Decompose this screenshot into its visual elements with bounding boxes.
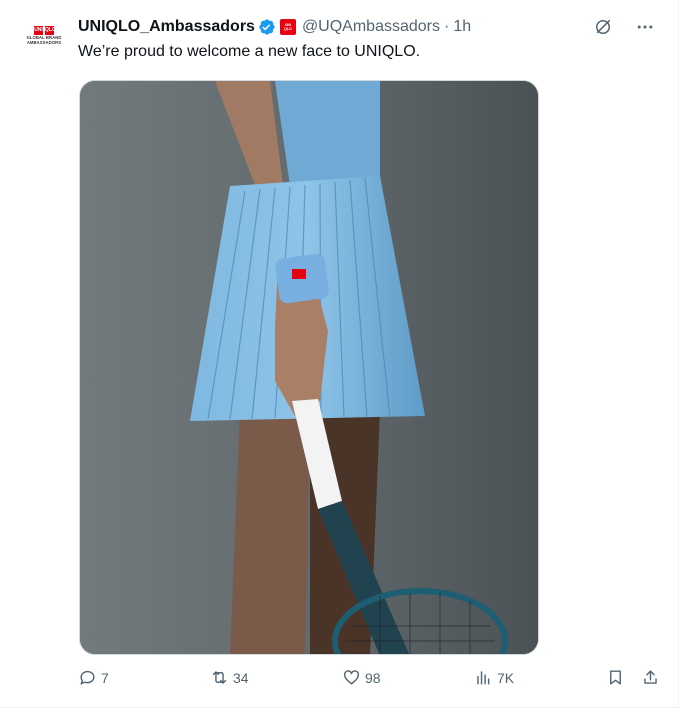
affiliate-badge-icon[interactable]: UNI QLO <box>279 19 296 35</box>
avatar[interactable]: UNI QLO GLOBAL BRAND AMBASSADORS <box>20 18 68 66</box>
logo-bottom-text: QLO <box>45 26 56 35</box>
views-icon <box>477 671 490 685</box>
tweet-photo[interactable] <box>79 80 539 655</box>
author-name[interactable]: UNIQLO_Ambassadors <box>78 18 255 36</box>
retweet-button[interactable]: 34 <box>210 668 249 687</box>
logo-top-text: UNI <box>34 26 43 35</box>
tweet-card[interactable]: UNI QLO GLOBAL BRAND AMBASSADORS UNIQLO_… <box>0 0 679 708</box>
retweet-icon <box>212 671 227 684</box>
timestamp[interactable]: 1h <box>453 18 471 36</box>
tweet-text: We’re proud to welcome a new face to UNI… <box>78 43 421 60</box>
retweet-count: 34 <box>233 669 249 686</box>
uniqlo-logo: UNI QLO <box>34 26 56 35</box>
tweet-actions: 7 34 98 7K <box>78 668 668 692</box>
tweet-header: UNIQLO_Ambassadors UNI QLO @UQAmbassador… <box>78 16 471 38</box>
separator-dot: · <box>444 18 450 35</box>
reply-icon <box>80 670 95 685</box>
views-count: 7K <box>497 669 515 686</box>
verified-badge-icon[interactable] <box>258 18 276 36</box>
like-count: 98 <box>365 669 381 686</box>
top-actions <box>592 16 656 38</box>
photo-illustration <box>80 81 538 654</box>
bookmark-button[interactable] <box>606 668 625 687</box>
views-button[interactable]: 7K <box>474 668 514 687</box>
like-button[interactable]: 98 <box>342 668 381 687</box>
share-icon <box>644 670 657 684</box>
avatar-line-2: AMBASSADORS <box>26 40 62 45</box>
author-handle[interactable]: @UQAmbassadors <box>302 18 440 36</box>
more-icon[interactable] <box>634 16 656 38</box>
grok-icon[interactable] <box>592 16 614 38</box>
reply-count: 7 <box>101 669 109 686</box>
share-button[interactable] <box>641 668 660 687</box>
reply-button[interactable]: 7 <box>78 668 109 687</box>
like-icon <box>343 670 360 685</box>
bookmark-icon <box>610 670 621 685</box>
